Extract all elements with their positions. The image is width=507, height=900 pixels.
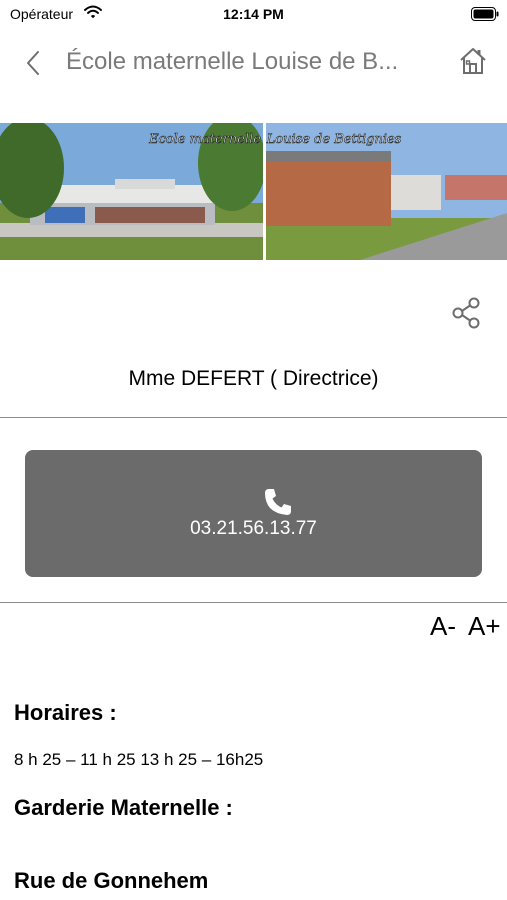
phone-number: 03.21.56.13.77 <box>190 518 317 539</box>
contact-name: Mme DEFERT ( Directrice) <box>128 367 379 390</box>
battery-icon <box>471 7 499 21</box>
phone-icon <box>265 489 291 515</box>
clock: 12:14 PM <box>223 6 284 22</box>
banner-caption-right: Louise de Bettignies <box>266 132 402 147</box>
divider <box>0 417 507 418</box>
school-banner-image: Ecole maternelle Louise de Bettignies <box>0 123 507 260</box>
navigation-bar: École maternelle Louise de B... <box>0 40 507 84</box>
banner-caption-left: Ecole maternelle <box>148 132 261 147</box>
status-bar: Opérateur 12:14 PM <box>0 0 507 30</box>
hours-text: 8 h 25 – 11 h 25 13 h 25 – 16h25 <box>14 750 264 769</box>
home-icon[interactable] <box>458 46 488 76</box>
back-chevron-icon[interactable] <box>24 50 42 76</box>
page-title: École maternelle Louise de B... <box>66 48 399 75</box>
font-increase-button[interactable]: A+ <box>468 611 501 642</box>
share-icon[interactable] <box>452 297 482 329</box>
daycare-heading: Garderie Maternelle : <box>14 795 233 820</box>
street-heading: Rue de Gonnehem <box>14 868 209 893</box>
call-button[interactable]: 03.21.56.13.77 <box>25 450 482 577</box>
font-decrease-button[interactable]: A- <box>430 611 456 642</box>
hours-heading: Horaires : <box>14 700 117 725</box>
divider <box>0 602 507 603</box>
